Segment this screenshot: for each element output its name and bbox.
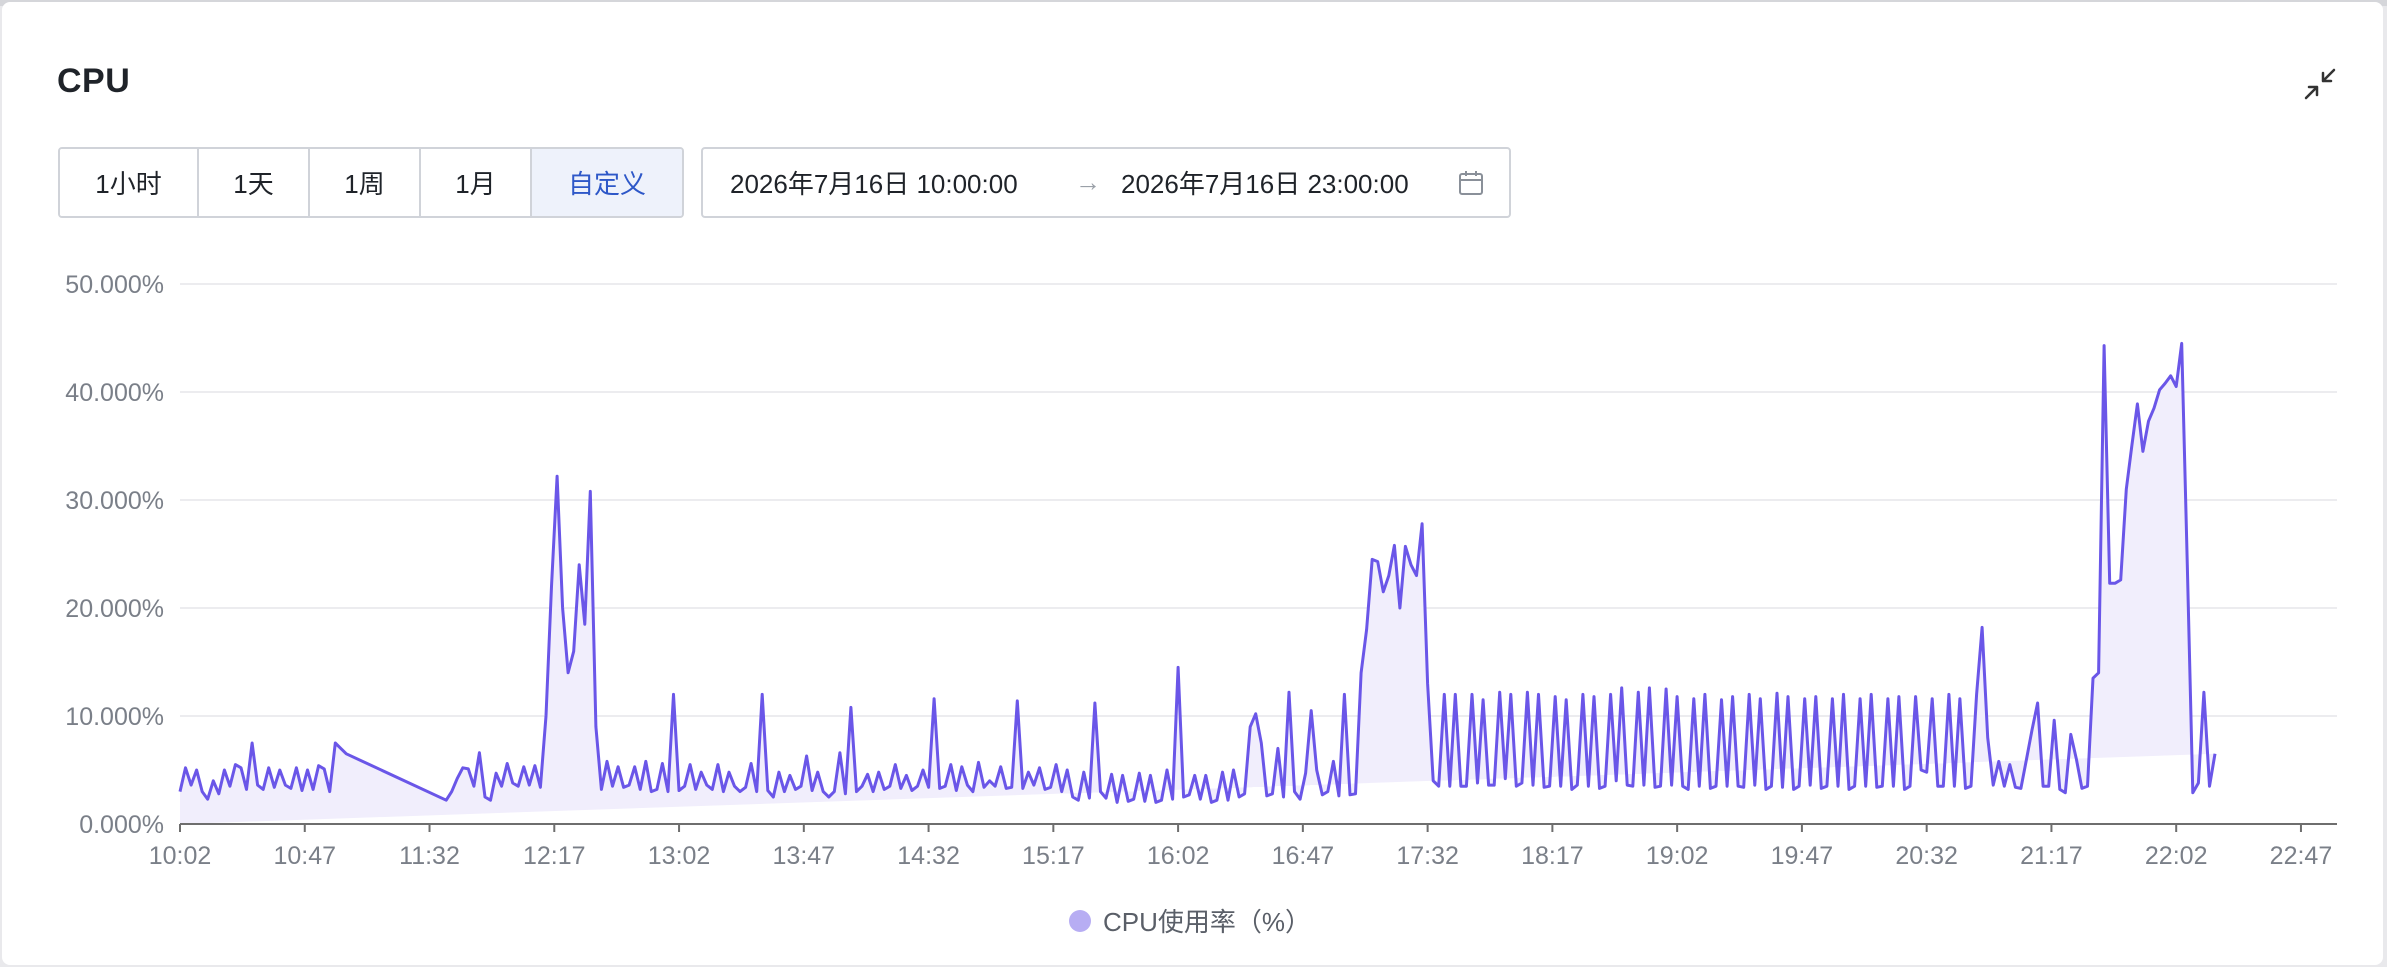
y-tick-label: 0.000%	[79, 811, 164, 839]
y-tick-label: 30.000%	[65, 487, 164, 515]
x-tick-label: 19:47	[1771, 842, 1834, 870]
cpu-chart-dialog: CPU 1小时 1天 1周 1月 自定义 2026年7月16日 10:00:00…	[2, 2, 2383, 965]
x-tick-label: 13:02	[648, 842, 711, 870]
x-tick-label: 17:32	[1396, 842, 1459, 870]
x-tick-label: 10:02	[149, 842, 212, 870]
x-tick-label: 11:32	[399, 842, 460, 870]
legend-dot-icon	[1069, 909, 1091, 932]
x-tick-label: 18:17	[1521, 842, 1584, 870]
x-tick-label: 15:17	[1022, 842, 1085, 870]
x-tick-label: 21:17	[2020, 842, 2083, 870]
legend-label: CPU使用率（%）	[1103, 907, 1312, 937]
x-tick-label: 14:32	[897, 842, 960, 870]
y-tick-label: 10.000%	[65, 703, 164, 731]
x-tick-label: 13:47	[773, 842, 836, 870]
x-tick-label: 10:47	[273, 842, 336, 870]
cpu-usage-chart: 0.000% 10.000% 20.000% 30.000% 40.000% 50.000…	[65, 271, 2337, 870]
x-tick-label: 16:47	[1272, 842, 1335, 870]
chart-legend-item[interactable]: CPU使用率（%）	[1069, 902, 1311, 939]
x-tick-label: 22:02	[2145, 842, 2208, 870]
x-tick-label: 16:02	[1147, 842, 1210, 870]
y-tick-label: 40.000%	[65, 379, 164, 407]
x-tick-label: 20:32	[1895, 842, 1958, 870]
series-line	[178, 341, 2217, 804]
y-tick-label: 50.000%	[65, 271, 164, 299]
x-tick-label: 19:02	[1646, 842, 1709, 870]
x-tick-label: 22:47	[2270, 842, 2333, 870]
series-area	[180, 343, 2215, 824]
x-tick-label: 12:17	[523, 842, 586, 870]
y-tick-label: 20.000%	[65, 595, 164, 623]
